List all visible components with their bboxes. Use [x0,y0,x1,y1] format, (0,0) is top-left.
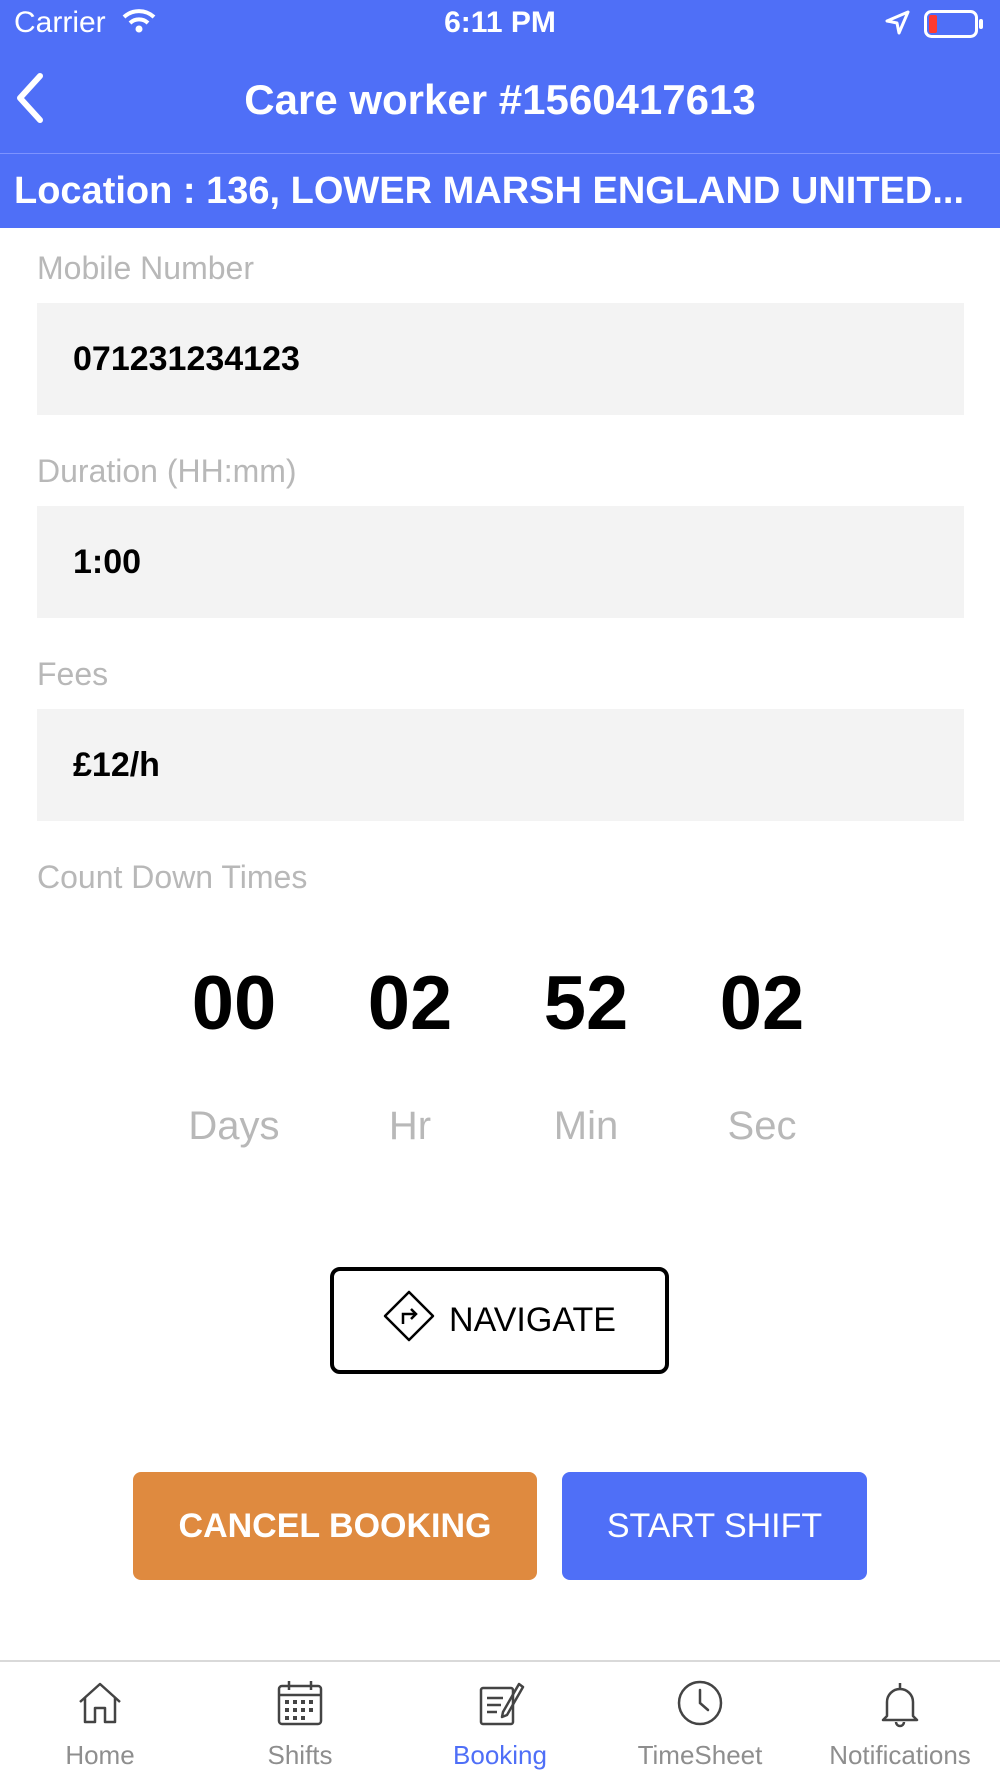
booking-icon [479,1682,525,1726]
countdown-hours-value: 02 [367,961,453,1046]
location-text: Location : 136, LOWER MARSH ENGLAND UNIT… [14,170,965,212]
calendar-icon [277,1681,323,1726]
mobile-number-field: 071231234123 [37,303,964,415]
page-title: Care worker #1560417613 [244,76,756,123]
bell-icon [881,1683,919,1728]
fees-field: £12/h [37,709,964,821]
navigate-label: NAVIGATE [449,1301,616,1339]
location-arrow-icon [884,10,910,41]
clock-icon [677,1680,723,1726]
tab-shifts-label: Shifts [267,1740,333,1770]
navigate-button[interactable]: NAVIGATE [330,1267,669,1374]
cancel-booking-button[interactable]: CANCEL BOOKING [133,1472,537,1580]
duration-field: 1:00 [37,506,964,618]
battery-icon [924,10,984,38]
countdown-days-unit: Days [188,1104,280,1148]
tab-timesheet-label: TimeSheet [637,1740,763,1770]
tab-notifications[interactable]: Notifications [800,1662,1000,1780]
tab-timesheet[interactable]: TimeSheet [600,1662,800,1780]
tab-shifts[interactable]: Shifts [200,1662,400,1780]
home-icon [79,1682,121,1724]
tab-booking[interactable]: Booking [400,1662,600,1780]
tab-bar: Home Shifts Booking TimeSheet Notificati… [0,1660,1000,1780]
mobile-number-label: Mobile Number [37,250,254,286]
tab-home-label: Home [65,1740,135,1770]
status-bar: Carrier 6:11 PM [0,0,1000,50]
tab-notifications-label: Notifications [829,1740,971,1770]
directions-icon [383,1290,435,1351]
countdown-minutes-unit: Min [553,1104,619,1148]
tab-home[interactable]: Home [0,1662,200,1780]
fees-label: Fees [37,656,109,692]
countdown-minutes-value: 52 [543,961,629,1046]
countdown-seconds-value: 02 [719,961,805,1046]
countdown-seconds-unit: Sec [727,1104,797,1148]
tab-booking-label: Booking [453,1740,547,1770]
countdown-label: Count Down Times [37,859,308,895]
countdown-days-value: 00 [191,961,277,1046]
duration-label: Duration (HH:mm) [37,453,297,489]
start-shift-button[interactable]: START SHIFT [562,1472,867,1580]
header-bar: Care worker #1560417613 [0,50,1000,154]
countdown-hours-unit: Hr [388,1104,432,1148]
status-time: 6:11 PM [444,6,556,39]
location-bar: Location : 136, LOWER MARSH ENGLAND UNIT… [0,154,1000,228]
